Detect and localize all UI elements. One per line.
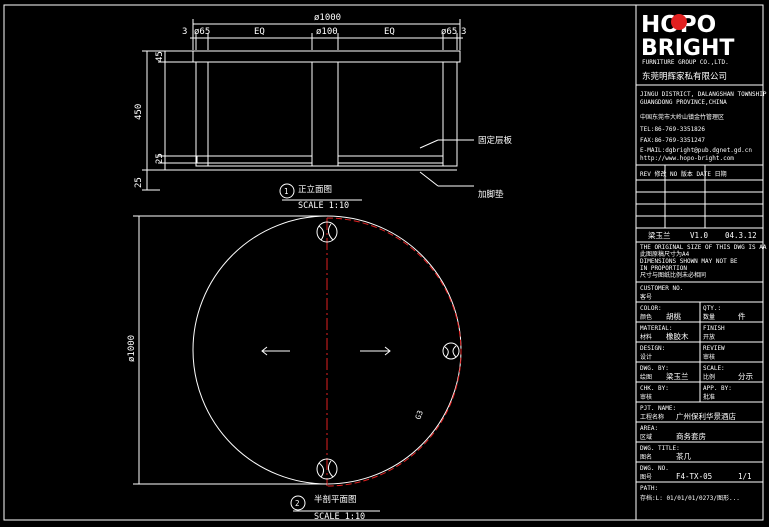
row-label2-cn: 审核 bbox=[703, 353, 715, 361]
rev-date: 04.3.12 bbox=[725, 231, 757, 240]
plan-labels: ø1000 G3 bbox=[127, 335, 425, 421]
logo-line2: BRIGHT bbox=[641, 36, 734, 61]
row-label-en: DWG. BY: bbox=[640, 365, 669, 372]
row-label-en: PATH: bbox=[640, 485, 658, 492]
plan-title-scale: SCALE 1:10 bbox=[314, 512, 365, 522]
elevation-view bbox=[142, 19, 474, 191]
row-value: 橡胶木 bbox=[666, 331, 689, 341]
note-3: DIMENSIONS SHOWN MAY NOT BE bbox=[640, 258, 738, 265]
logo-subtitle: FURNITURE GROUP CO.,LTD. bbox=[642, 59, 729, 66]
rev-header: REV 修改 NO 版本 DATE 日期 bbox=[640, 170, 727, 178]
company-cn: 东莞明辉家私有限公司 bbox=[642, 71, 727, 82]
cad-drawing-sheet: ø1000 3 ø65 EQ ø100 EQ ø65 3 45 450 25 2… bbox=[3, 4, 767, 522]
dim-eq-left: EQ bbox=[254, 27, 265, 37]
addr-en-1: JINGU DISTRICT, DALANGSHAN TOWNSHIP bbox=[640, 91, 767, 98]
dim-shelf-thk: 25 bbox=[155, 153, 165, 164]
row-label-en: MATERIAL: bbox=[640, 325, 673, 332]
row-label-cn: 图号 bbox=[640, 474, 652, 481]
row-label-en: PJT. NAME: bbox=[640, 405, 676, 412]
row-label2-cn: 批准 bbox=[703, 393, 715, 401]
row-label-en: CHK. BY: bbox=[640, 385, 669, 392]
plan-title: 2 半剖平面图 SCALE 1:10 bbox=[290, 494, 380, 522]
row-label-cn: 审核 bbox=[640, 393, 652, 401]
addr-en-2: GUANGDONG PROVINCE,CHINA bbox=[640, 99, 727, 106]
archive-path: 存档:L: 01/01/01/0273/图形... bbox=[640, 494, 740, 502]
row-value2: 分示 bbox=[738, 372, 753, 381]
plan-title-number: 2 bbox=[295, 499, 300, 508]
dim-height: 450 bbox=[134, 104, 144, 120]
row-value: F4-TX-05 bbox=[676, 472, 712, 481]
dim-leg-left: ø65 bbox=[194, 27, 210, 37]
tel: TEL:86-769-3351826 bbox=[640, 126, 705, 133]
dim-end-right: 3 bbox=[461, 27, 466, 37]
row-label-en: AREA: bbox=[640, 425, 658, 432]
row-value: 梁玉兰 bbox=[666, 371, 689, 381]
row-label-cn: 图名 bbox=[640, 453, 652, 461]
row-label2-en: SCALE: bbox=[703, 365, 725, 372]
dim-end-left: 3 bbox=[182, 27, 187, 37]
row-label2-en: APP. BY: bbox=[703, 385, 732, 392]
note-4: IN PROPORTION bbox=[640, 265, 687, 272]
title-block: HOPO BRIGHT FURNITURE GROUP CO.,LTD. 东莞明… bbox=[635, 4, 767, 521]
row-value: 胡桃 bbox=[666, 311, 681, 321]
elevation-dimension-labels: ø1000 3 ø65 EQ ø100 EQ ø65 3 45 450 25 2… bbox=[134, 13, 513, 200]
elevation-title-name: 正立面图 bbox=[298, 184, 332, 195]
row-value: 广州保利华景酒店 bbox=[676, 411, 736, 421]
addr-cn: 中国东莞市大岭山镇金竹管理区 bbox=[640, 113, 724, 121]
row-value2: 1/1 bbox=[738, 472, 752, 481]
dim-eq-right: EQ bbox=[384, 27, 395, 37]
plan-diameter: ø1000 bbox=[127, 335, 137, 362]
row-label-cn: 工程名称 bbox=[640, 413, 664, 421]
dim-overall: ø1000 bbox=[314, 13, 341, 23]
row-label2-cn: 开放 bbox=[703, 333, 715, 341]
note-5: 尺寸与图纸比例未必相同 bbox=[640, 271, 706, 279]
row-label2-cn: 数量 bbox=[703, 313, 715, 321]
elevation-title-scale: SCALE 1:10 bbox=[298, 201, 349, 211]
callout-foot: 加脚垫 bbox=[478, 189, 504, 200]
row-label-cn: 设计 bbox=[640, 353, 652, 361]
rev-version: V1.0 bbox=[690, 231, 709, 240]
dim-top-thk: 45 bbox=[155, 51, 165, 62]
email: E-MAIL:dgbright@pub.dgnet.gd.cn bbox=[640, 147, 752, 154]
row-label-cn: 区域 bbox=[640, 433, 652, 441]
row-label-en: DWG. NO. bbox=[640, 465, 669, 472]
plan-title-name: 半剖平面图 bbox=[314, 494, 357, 505]
web: http://www.hopo-bright.com bbox=[640, 155, 734, 162]
row-value2: 件 bbox=[738, 311, 746, 321]
row-label2-en: REVIEW bbox=[703, 345, 725, 352]
dim-foot: 25 bbox=[134, 177, 144, 188]
row-label-cn: 客号 bbox=[640, 293, 652, 301]
dim-center: ø100 bbox=[316, 27, 338, 37]
row-label-cn: 绘图 bbox=[640, 373, 652, 381]
logo-red-dot-icon bbox=[671, 14, 687, 30]
row-label-cn: 颜色 bbox=[640, 313, 652, 321]
row-value: 商务套房 bbox=[676, 431, 706, 441]
company-logo: HOPO BRIGHT FURNITURE GROUP CO.,LTD. 东莞明… bbox=[641, 12, 734, 82]
note-1: THE ORIGINAL SIZE OF THIS DWG IS AA bbox=[640, 244, 767, 251]
row-label2-en: FINISH bbox=[703, 325, 725, 332]
rev-designer: 梁玉兰 bbox=[648, 230, 671, 240]
title-block-rows: CUSTOMER NO.客号 COLOR:颜色 胡桃 QTY.:数量 件 MATERIAL… bbox=[636, 281, 763, 502]
row-label-en: DESIGN: bbox=[640, 345, 665, 352]
row-label2-cn: 比例 bbox=[703, 373, 715, 381]
elevation-title: 1 正立面图 SCALE 1:10 bbox=[279, 183, 362, 211]
dim-leg-right: ø65 bbox=[441, 27, 457, 37]
fax: FAX:86-769-3351247 bbox=[640, 137, 705, 144]
row-label-en: DWG. TITLE: bbox=[640, 445, 680, 452]
plan-view bbox=[133, 215, 462, 487]
row-label-cn: 材料 bbox=[640, 333, 652, 341]
row-label-en: COLOR: bbox=[640, 305, 662, 312]
row-label2-en: QTY.: bbox=[703, 305, 721, 312]
plan-seam-tag: G3 bbox=[413, 409, 425, 421]
callout-shelf: 固定层板 bbox=[478, 135, 513, 146]
row-label-en: CUSTOMER NO. bbox=[640, 285, 683, 292]
note-2: 此图原稿尺寸为A4 bbox=[640, 250, 690, 258]
elevation-title-number: 1 bbox=[284, 187, 289, 196]
row-value: 茶几 bbox=[676, 451, 691, 461]
